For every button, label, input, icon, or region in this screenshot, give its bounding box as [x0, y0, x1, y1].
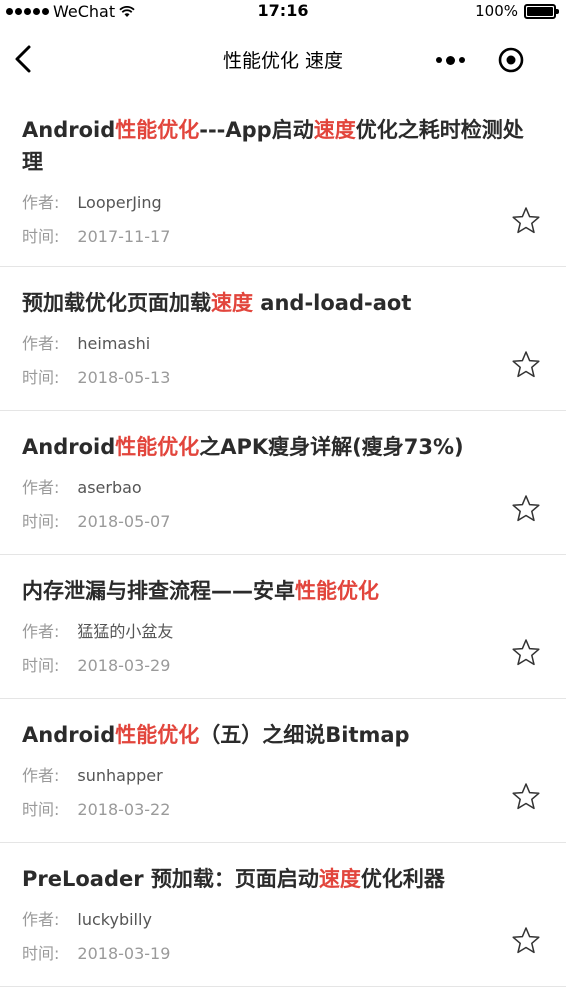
status-right: 100%	[475, 2, 559, 20]
article-list: Android性能优化---App启动速度优化之耗时检测处理作者: LooperJ…	[0, 94, 566, 987]
article-date: 2018-05-13	[77, 368, 171, 387]
battery-percent: 100%	[475, 2, 518, 20]
article-item[interactable]: Android性能优化（五）之细说Bitmap 作者: sunhapper 时间: 20…	[0, 699, 566, 843]
target-circle-icon[interactable]	[497, 46, 525, 74]
article-time-row: 时间: 2018-03-29	[22, 657, 544, 675]
article-item[interactable]: 内存泄漏与排查流程——安卓性能优化作者: 猛猛的小盆友 时间: 2018-03-29	[0, 555, 566, 699]
article-title: Android性能优化之APK瘦身详解(瘦身73%)	[22, 431, 544, 463]
title-keyword-highlight: 速度	[211, 291, 253, 315]
article-title: Android性能优化（五）之细说Bitmap	[22, 719, 544, 751]
star-outline-icon[interactable]	[510, 493, 542, 525]
title-text: 之APK瘦身详解(瘦身73%)	[199, 435, 464, 459]
time-label: 时间:	[22, 512, 60, 531]
time-label: 时间:	[22, 368, 60, 387]
author-label: 作者:	[22, 334, 60, 353]
star-outline-icon[interactable]	[510, 637, 542, 669]
author-label: 作者:	[22, 910, 60, 929]
article-author-row: 作者: 猛猛的小盆友	[22, 623, 544, 641]
battery-icon	[524, 3, 559, 19]
article-item[interactable]: Android性能优化之APK瘦身详解(瘦身73%) 作者: aserbao 时间: 2…	[0, 411, 566, 555]
article-title: 预加载优化页面加载速度 and-load-aot	[22, 287, 544, 319]
author-name: aserbao	[77, 478, 142, 497]
title-text: 优化利器	[360, 867, 445, 891]
author-label: 作者:	[22, 478, 60, 497]
title-text: 预加载优化页面加载	[22, 291, 211, 315]
author-label: 作者:	[22, 766, 60, 785]
time-label: 时间:	[22, 944, 60, 963]
title-text: 内存泄漏与排查流程——安卓	[22, 579, 295, 603]
article-title: PreLoader 预加载：页面启动速度优化利器	[22, 863, 544, 895]
article-item[interactable]: 预加载优化页面加载速度 and-load-aot 作者: heimashi 时间: 20…	[0, 267, 566, 411]
time-label: 时间:	[22, 656, 60, 675]
title-text: ---App启动	[199, 118, 314, 142]
article-item[interactable]: Android性能优化---App启动速度优化之耗时检测处理作者: LooperJ…	[0, 94, 566, 267]
author-name: heimashi	[77, 334, 151, 353]
title-text: （五）之细说Bitmap	[199, 723, 410, 747]
article-author-row: 作者: luckybilly	[22, 911, 544, 929]
title-text: Android	[22, 435, 116, 459]
article-date: 2018-03-22	[77, 800, 171, 819]
article-author-row: 作者: LooperJing	[22, 194, 544, 212]
article-author-row: 作者: aserbao	[22, 479, 544, 497]
title-text: PreLoader 预加载：页面启动	[22, 867, 319, 891]
title-keyword-highlight: 性能优化	[115, 723, 200, 747]
article-time-row: 时间: 2018-03-22	[22, 801, 544, 819]
article-date: 2018-03-29	[77, 656, 171, 675]
article-item[interactable]: PreLoader 预加载：页面启动速度优化利器作者: luckybilly 时间:…	[0, 843, 566, 987]
title-keyword-highlight: 速度	[318, 867, 361, 891]
article-date: 2018-03-19	[77, 944, 171, 963]
title-keyword-highlight: 性能优化	[115, 118, 200, 142]
star-outline-icon[interactable]	[510, 781, 542, 813]
author-name: sunhapper	[77, 766, 163, 785]
time-label: 时间:	[22, 227, 60, 246]
title-text: Android	[22, 723, 116, 747]
title-keyword-highlight: 性能优化	[295, 579, 379, 603]
article-date: 2017-11-17	[77, 227, 171, 246]
title-text: Android	[22, 118, 116, 142]
author-name: luckybilly	[77, 910, 152, 929]
title-keyword-highlight: 速度	[313, 118, 356, 142]
star-outline-icon[interactable]	[510, 205, 542, 237]
more-dots-icon[interactable]	[430, 48, 470, 72]
author-label: 作者:	[22, 622, 60, 641]
article-title: 内存泄漏与排查流程——安卓性能优化	[22, 575, 544, 607]
article-time-row: 时间: 2018-05-07	[22, 513, 544, 531]
article-author-row: 作者: sunhapper	[22, 767, 544, 785]
nav-bar: 性能优化 速度	[0, 24, 566, 94]
author-name: LooperJing	[77, 193, 162, 212]
star-outline-icon[interactable]	[510, 925, 542, 957]
author-label: 作者:	[22, 193, 60, 212]
article-date: 2018-05-07	[77, 512, 171, 531]
article-time-row: 时间: 2018-05-13	[22, 369, 544, 387]
article-title: Android性能优化---App启动速度优化之耗时检测处理	[22, 114, 544, 178]
status-bar: WeChat 17:16 100%	[0, 0, 566, 24]
author-name: 猛猛的小盆友	[77, 622, 174, 641]
article-author-row: 作者: heimashi	[22, 335, 544, 353]
page-title: 性能优化 速度	[222, 50, 344, 72]
article-time-row: 时间: 2018-03-19	[22, 945, 544, 963]
time-label: 时间:	[22, 800, 60, 819]
star-outline-icon[interactable]	[510, 349, 542, 381]
article-time-row: 时间: 2017-11-17	[22, 228, 544, 246]
title-keyword-highlight: 性能优化	[115, 435, 200, 459]
title-text: and-load-aot	[253, 291, 412, 315]
